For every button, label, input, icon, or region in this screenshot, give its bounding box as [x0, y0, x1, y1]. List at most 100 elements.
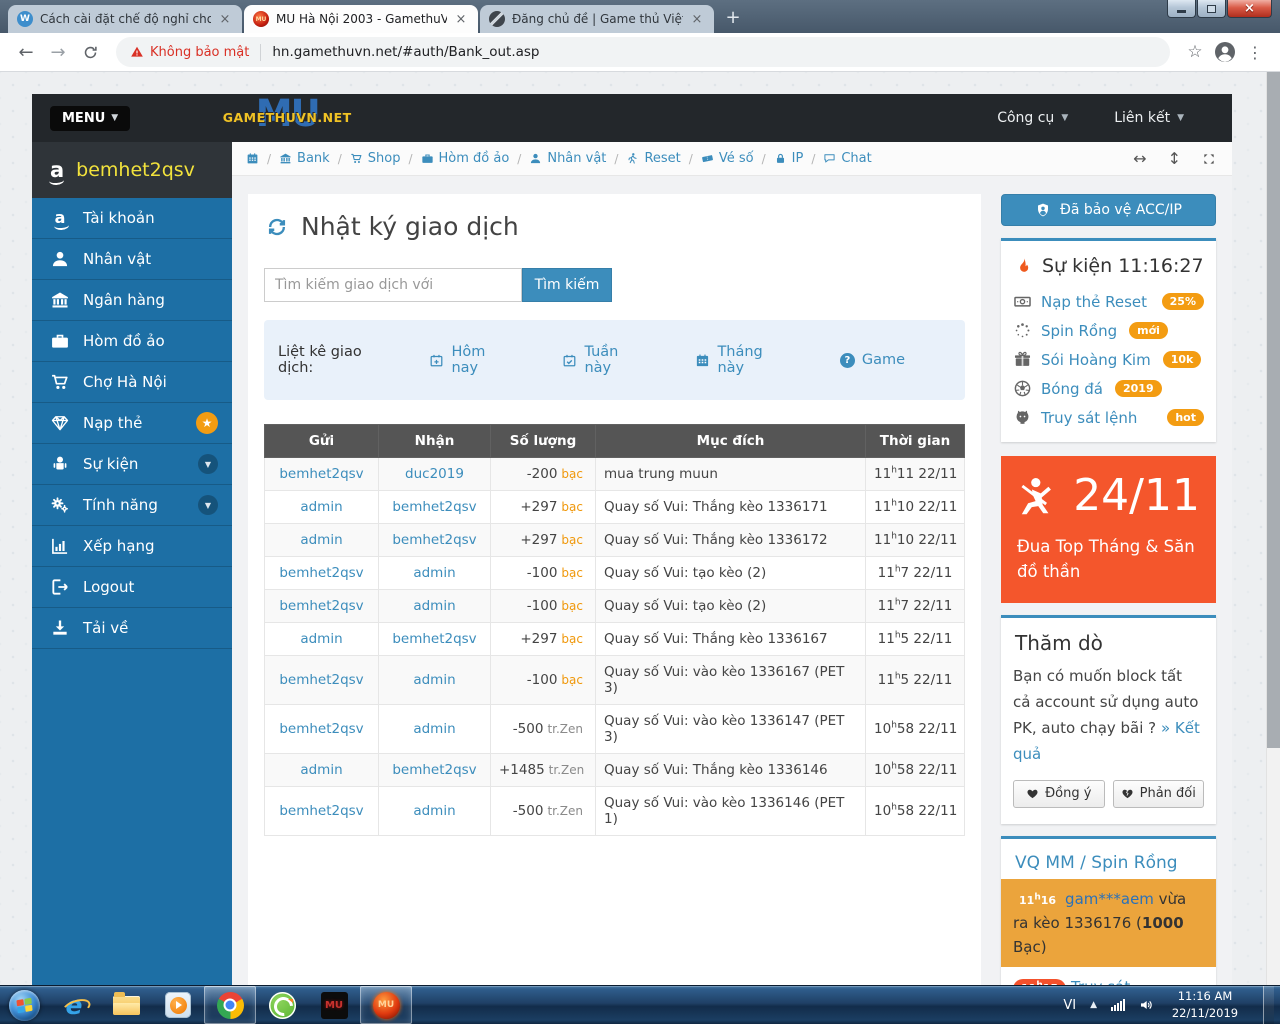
language-indicator[interactable]: VI	[1063, 998, 1076, 1013]
user-link[interactable]: admin	[300, 762, 342, 778]
sidebar-item-ngân-hàng[interactable]: Ngân hàng	[32, 280, 232, 321]
user-link[interactable]: bemhet2qsv	[279, 721, 363, 737]
breadcrumb-item-chat[interactable]: Chat	[823, 151, 871, 166]
user-link[interactable]: bemhet2qsv	[279, 466, 363, 482]
user-link[interactable]: bemhet2qsv	[392, 631, 476, 647]
user-link[interactable]: bemhet2qsv	[392, 532, 476, 548]
user-link[interactable]: bemhet2qsv	[392, 762, 476, 778]
feed-title[interactable]: VQ MM / Spin Rồng	[1015, 853, 1204, 873]
network-icon[interactable]	[1111, 999, 1125, 1011]
show-desktop-button[interactable]	[1263, 986, 1274, 1024]
event-link[interactable]: Bóng đá	[1041, 380, 1103, 398]
taskbar-app-folder[interactable]	[100, 986, 152, 1024]
event-link[interactable]: Sói Hoàng Kim	[1041, 351, 1151, 369]
sidebar-item-logout[interactable]: Logout	[32, 567, 232, 608]
browser-tab-1[interactable]: MUMU Hà Nội 2003 - GamethuVN.n×	[244, 5, 478, 33]
new-tab-button[interactable]: +	[720, 4, 746, 30]
back-button[interactable]: ←	[10, 36, 42, 68]
taskbar-clock[interactable]: 11:16 AM 22/11/2019	[1169, 988, 1241, 1021]
search-button[interactable]: Tìm kiếm	[522, 268, 612, 302]
forward-button[interactable]: →	[42, 36, 74, 68]
scrollbar-thumb[interactable]	[1267, 72, 1280, 748]
user-link[interactable]: admin	[413, 598, 455, 614]
user-link[interactable]: bemhet2qsv	[279, 672, 363, 688]
taskbar-app-chrome[interactable]	[204, 986, 256, 1024]
start-button[interactable]	[0, 986, 48, 1024]
refresh-icon[interactable]	[266, 216, 288, 238]
breadcrumb-item-reset[interactable]: Reset	[626, 151, 680, 166]
user-link[interactable]: admin	[300, 532, 342, 548]
profile-avatar-icon[interactable]	[1210, 37, 1240, 67]
acc-ip-protect-button[interactable]: Đã bảo vệ ACC/IP	[1001, 194, 1216, 226]
arrows-horizontal-icon[interactable]: ↔	[1133, 149, 1146, 168]
user-link[interactable]: bemhet2qsv	[279, 598, 363, 614]
tab-close-icon[interactable]: ×	[689, 11, 705, 27]
minimize-button[interactable]	[1167, 0, 1196, 18]
user-link[interactable]: admin	[413, 565, 455, 581]
filter-tháng-này[interactable]: Tháng này	[695, 344, 793, 376]
address-bar[interactable]: Không bảo mật hn.gamethuvn.net/#auth/Ban…	[116, 37, 1170, 67]
user-link[interactable]: bemhet2qsv	[279, 803, 363, 819]
arrows-vertical-icon[interactable]: ↕	[1168, 149, 1181, 168]
filter-tuần-này[interactable]: Tuần này	[562, 344, 649, 376]
user-link[interactable]: admin	[300, 499, 342, 515]
volume-icon[interactable]	[1139, 997, 1155, 1013]
event-link[interactable]: Nạp thẻ Reset	[1041, 293, 1147, 311]
breadcrumb-item-nhân-vật[interactable]: Nhân vật	[529, 151, 606, 166]
event-link[interactable]: Truy sát lệnh	[1041, 409, 1137, 427]
user-link[interactable]: duc2019	[405, 466, 464, 482]
user-link[interactable]: bemhet2qsv	[279, 565, 363, 581]
sidebar-item-xếp-hạng[interactable]: Xếp hạng	[32, 526, 232, 567]
taskbar-app-wmp[interactable]	[152, 986, 204, 1024]
sidebar-item-tài-khoản[interactable]: aTài khoản	[32, 198, 232, 239]
filter-hôm-nay[interactable]: Hôm nay	[429, 344, 516, 376]
sidebar-item-nạp-thẻ[interactable]: Nạp thẻ★	[32, 403, 232, 444]
security-chip[interactable]: Không bảo mật	[130, 45, 249, 60]
promo-card[interactable]: 24/11 Đua Top Tháng & Săn đồ thần	[1001, 456, 1216, 603]
sidebar-item-sự-kiện[interactable]: Sự kiện▼	[32, 444, 232, 485]
search-input[interactable]	[264, 268, 522, 302]
menu-button[interactable]: MENU▼	[50, 106, 130, 131]
browser-scrollbar[interactable]	[1266, 72, 1280, 985]
tab-close-icon[interactable]: ×	[217, 11, 233, 27]
hidden-icons-caret[interactable]: ▲	[1090, 1000, 1097, 1010]
taskbar-app-coccoc[interactable]	[256, 986, 308, 1024]
sidebar-item-tính-năng[interactable]: Tính năng▼	[32, 485, 232, 526]
links-dropdown[interactable]: Liên kết▼	[1114, 110, 1184, 126]
user-link[interactable]: bemhet2qsv	[392, 499, 476, 515]
sidebar-item-tải-về[interactable]: Tải về	[32, 608, 232, 649]
sidebar-item-nhân-vật[interactable]: Nhân vật	[32, 239, 232, 280]
browser-menu-icon[interactable]: ⋮	[1240, 37, 1270, 67]
user-link[interactable]: admin	[413, 721, 455, 737]
user-link[interactable]: admin	[413, 672, 455, 688]
sidebar-item-chợ-hà-nội[interactable]: Chợ Hà Nội	[32, 362, 232, 403]
tools-dropdown[interactable]: Công cụ▼	[997, 110, 1068, 126]
bookmark-star-icon[interactable]: ☆	[1180, 37, 1210, 67]
browser-tab-0[interactable]: WCách cài đặt chế độ nghỉ cho má×	[8, 5, 242, 33]
taskbar-app-mu-red[interactable]: MU	[360, 986, 412, 1024]
browser-tab-2[interactable]: Đăng chủ đề | Game thủ Việt Nam×	[480, 5, 714, 33]
user-link[interactable]: admin	[413, 803, 455, 819]
breadcrumb-item-home[interactable]	[246, 152, 259, 165]
event-link[interactable]: Spin Rồng	[1041, 322, 1117, 340]
site-logo[interactable]: MU GAMETHUVN.NET	[212, 95, 362, 141]
filter-game[interactable]: ?Game	[840, 352, 905, 368]
tab-close-icon[interactable]: ×	[453, 11, 469, 27]
user-block[interactable]: a bemhet2qsv	[32, 142, 232, 198]
reload-button[interactable]	[74, 36, 106, 68]
disagree-button[interactable]: Phản đối	[1113, 780, 1205, 808]
breadcrumb-item-vé-số[interactable]: Vé số	[701, 151, 754, 166]
taskbar-app-mu-dark[interactable]: MU	[308, 986, 360, 1024]
breadcrumb-item-ip[interactable]: IP	[774, 151, 804, 166]
feed-user-link[interactable]: gam***aem	[1065, 890, 1154, 908]
close-button[interactable]: ×	[1227, 0, 1272, 18]
breadcrumb-item-bank[interactable]: Bank	[279, 151, 330, 166]
agree-button[interactable]: Đồng ý	[1013, 780, 1105, 808]
taskbar-app-ie[interactable]: e	[48, 986, 100, 1024]
sidebar-item-hòm-đồ-ảo[interactable]: Hòm đồ ảo	[32, 321, 232, 362]
breadcrumb-item-hòm-đồ-ảo[interactable]: Hòm đồ ảo	[421, 151, 510, 166]
user-link[interactable]: admin	[300, 631, 342, 647]
fullscreen-icon[interactable]	[1202, 152, 1216, 166]
restore-button[interactable]	[1197, 0, 1226, 18]
breadcrumb-item-shop[interactable]: Shop	[350, 151, 401, 166]
